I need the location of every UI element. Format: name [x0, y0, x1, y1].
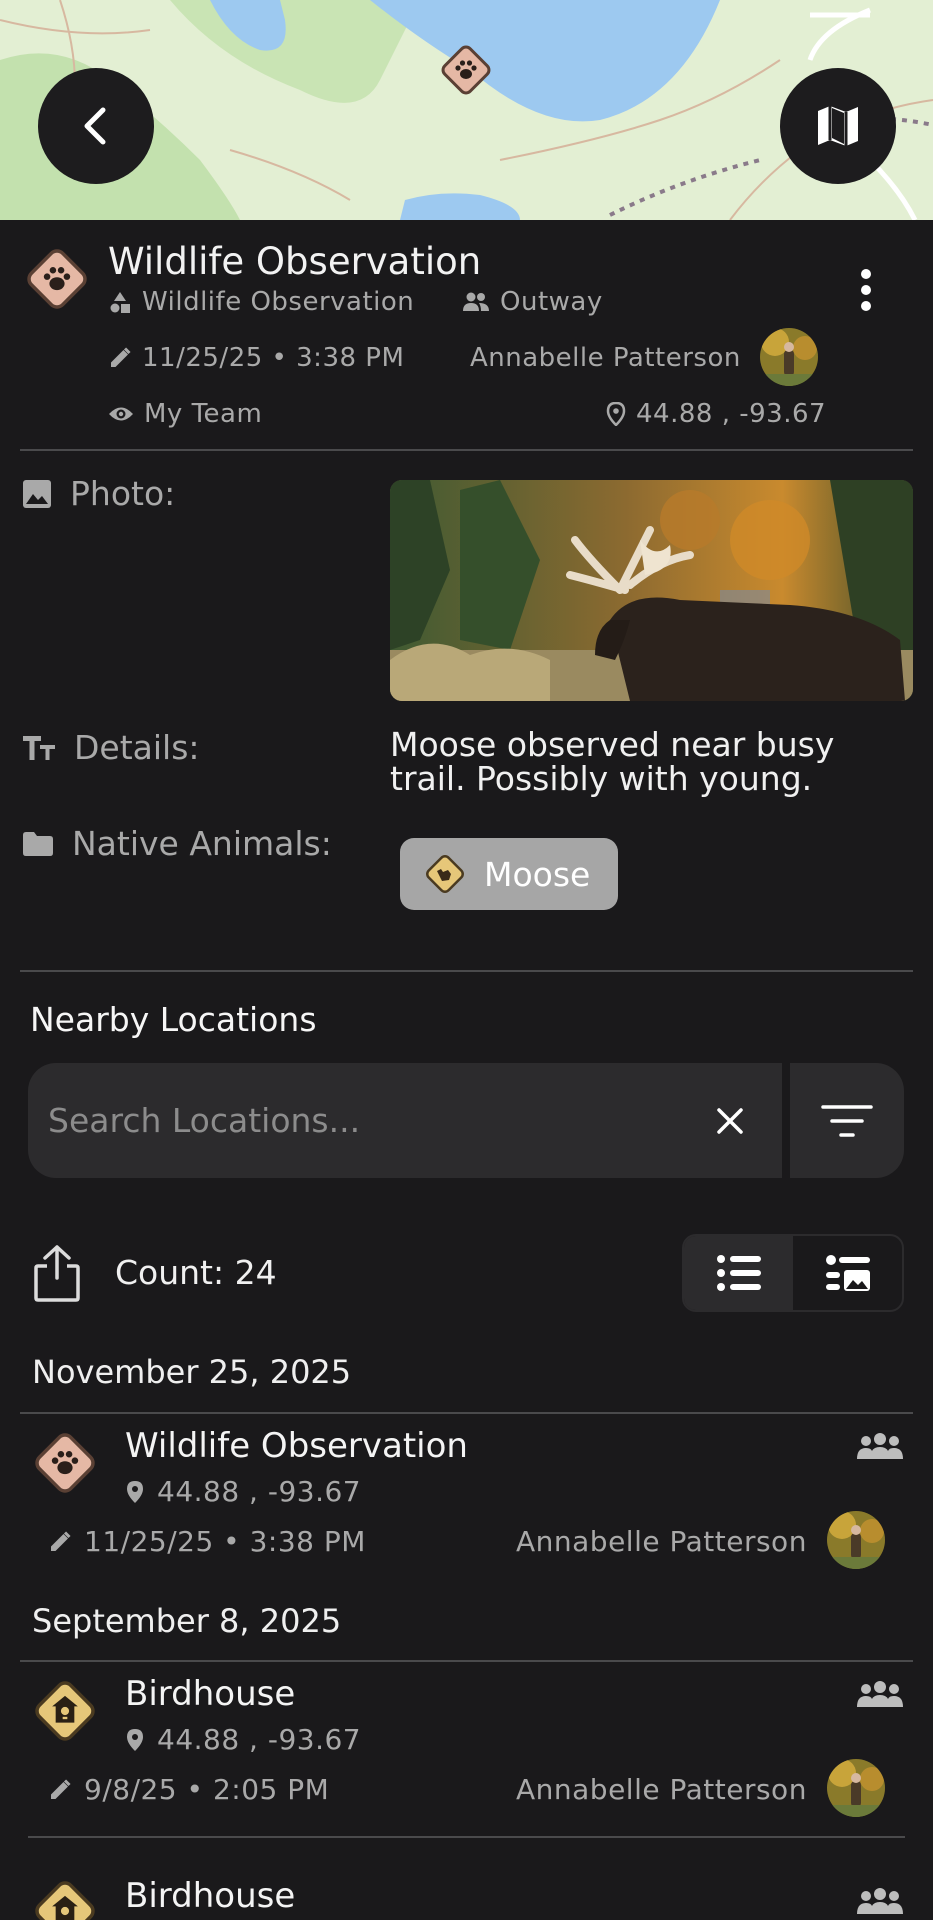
divider	[20, 970, 913, 972]
type-meta: Wildlife Observation	[108, 287, 414, 317]
search-bar	[28, 1063, 782, 1178]
list-item-title: Wildlife Observation	[125, 1426, 468, 1466]
list-item-author: Annabelle Patterson	[516, 1525, 807, 1558]
moose-marker-icon	[426, 855, 464, 893]
share-icon	[34, 1245, 80, 1302]
coords-meta: 44.88 , -93.67	[606, 399, 826, 429]
list-item-title: Birdhouse	[125, 1674, 296, 1714]
divider	[20, 1412, 913, 1414]
map-preview[interactable]	[0, 0, 933, 220]
birdhouse-icon	[30, 1876, 100, 1920]
pencil-icon	[51, 1778, 71, 1799]
list-item-coords: 44.88 , -93.67	[125, 1723, 361, 1756]
group-icon	[856, 1888, 904, 1920]
kebab-menu-icon	[861, 269, 871, 311]
wildlife-marker-icon	[22, 244, 92, 318]
result-count: Count: 24	[115, 1253, 277, 1292]
share-button[interactable]	[32, 1244, 82, 1306]
author-meta: Annabelle Patterson	[470, 343, 741, 373]
author-name: Annabelle Patterson	[470, 343, 741, 373]
list-icon	[716, 1255, 761, 1291]
more-options-button[interactable]	[846, 262, 886, 318]
paw-icon	[30, 1428, 100, 1502]
location-pin-icon	[127, 1480, 143, 1503]
avatar	[827, 1511, 885, 1569]
group-icon	[856, 1433, 904, 1465]
visibility-meta: My Team	[108, 399, 262, 429]
text-format-icon	[23, 735, 55, 760]
filter-button[interactable]	[790, 1063, 904, 1178]
edited-meta: 11/25/25 • 3:38 PM	[108, 343, 404, 373]
location-pin-icon	[606, 402, 626, 426]
filter-icon	[821, 1104, 873, 1137]
photo-field-label: Photo:	[22, 474, 175, 513]
type-label: Wildlife Observation	[142, 287, 415, 317]
people-icon	[463, 292, 489, 311]
map-marker-wildlife[interactable]	[436, 40, 496, 104]
animal-chip-moose[interactable]: Moose	[400, 838, 618, 910]
pencil-icon	[51, 1530, 71, 1551]
list-view-button[interactable]	[684, 1236, 793, 1310]
close-icon	[717, 1108, 743, 1134]
details-value: Moose observed near busy trail. Possibly…	[390, 725, 835, 798]
shapes-icon	[110, 292, 130, 313]
page-title: Wildlife Observation	[108, 240, 482, 283]
edited-timestamp: 11/25/25 • 3:38 PM	[142, 343, 405, 373]
avatar-image	[760, 328, 818, 386]
date-header: September 8, 2025	[32, 1602, 342, 1640]
image-icon	[23, 479, 51, 508]
view-mode-toggle	[682, 1234, 904, 1312]
pencil-icon	[111, 347, 131, 367]
list-item-title: Birdhouse	[125, 1876, 296, 1916]
divider	[20, 449, 913, 451]
visibility-label: My Team	[144, 399, 263, 429]
birdhouse-icon	[30, 1676, 100, 1750]
observation-photo[interactable]	[390, 480, 913, 701]
avatar	[827, 1759, 885, 1817]
details-field-label: Details:	[22, 728, 200, 767]
image-list-icon	[825, 1255, 870, 1291]
eye-icon	[109, 407, 133, 421]
divider	[28, 1836, 905, 1838]
moose-photo	[390, 480, 913, 701]
list-item-author: Annabelle Patterson	[516, 1773, 807, 1806]
map-view-button[interactable]	[780, 68, 896, 184]
group-label: Outway	[500, 287, 603, 317]
clear-search-button[interactable]	[708, 1099, 752, 1143]
list-item-edited: 11/25/25 • 3:38 PM	[48, 1525, 366, 1558]
list-item-coords: 44.88 , -93.67	[125, 1475, 361, 1508]
native-animals-field-label: Native Animals:	[22, 824, 332, 863]
folder-icon	[23, 831, 53, 856]
animal-chip-label: Moose	[484, 854, 591, 894]
date-header: November 25, 2025	[32, 1353, 352, 1391]
nearby-locations-title: Nearby Locations	[30, 1000, 317, 1039]
list-item-edited: 9/8/25 • 2:05 PM	[48, 1773, 329, 1806]
group-icon	[856, 1681, 904, 1713]
divider	[20, 1660, 913, 1662]
chevron-left-icon	[84, 107, 106, 145]
coordinates: 44.88 , -93.67	[636, 399, 827, 429]
group-meta: Outway	[462, 287, 603, 317]
location-pin-icon	[127, 1728, 143, 1751]
search-input[interactable]	[48, 1063, 688, 1178]
avatar[interactable]	[760, 328, 818, 386]
card-view-button[interactable]	[793, 1236, 902, 1310]
back-button[interactable]	[38, 68, 154, 184]
map-icon	[818, 106, 858, 146]
